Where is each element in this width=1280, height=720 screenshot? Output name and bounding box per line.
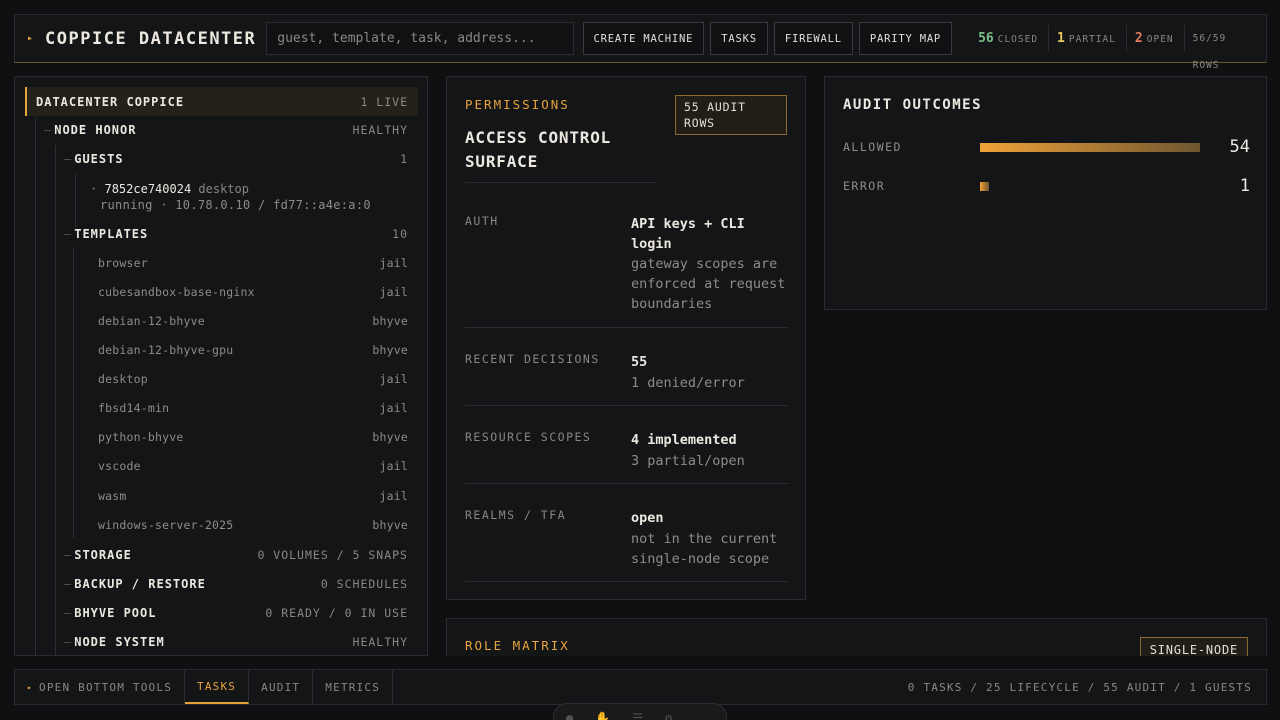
single-node-badge: SINGLE-NODE — [1139, 637, 1248, 656]
role-matrix-card: ROLE MATRIX SINGLE-NODE — [446, 618, 1267, 656]
template-item[interactable]: windows-server-2025 bhyve — [98, 518, 408, 532]
audit-outcomes-title: AUDIT OUTCOMES — [843, 97, 983, 113]
tree-line — [35, 117, 36, 655]
tab-audit[interactable]: AUDIT — [249, 670, 314, 704]
menu-caret-icon[interactable]: ▸ — [27, 33, 33, 44]
caret-right-icon: ▸ — [27, 682, 34, 692]
top-bar: ▸ COPPICE DATACENTER CREATE MACHINE TASK… — [14, 14, 1267, 71]
stat-open: 2 OPEN — [1127, 25, 1185, 52]
firewall-button[interactable]: FIREWALL — [773, 22, 853, 55]
error-bar-track — [980, 182, 1200, 191]
resource-tree: DATACENTER COPPICE 1 LIVE – NODE HONOR HE… — [14, 76, 428, 656]
floating-dock: ● ✋ ☰ ⚙ — [553, 703, 727, 720]
template-item[interactable]: desktop jail — [98, 372, 408, 386]
guest-entry[interactable]: · 7852ce740024 desktop running · 10.78.0… — [90, 181, 371, 213]
permissions-title: ACCESS CONTROL SURFACE — [465, 126, 657, 183]
stat-rows: 56/59 ROWS — [1192, 33, 1227, 71]
template-item[interactable]: python-bhyve bhyve — [98, 430, 408, 444]
template-item[interactable]: cubesandbox-base-nginx jail — [98, 285, 408, 299]
app-title: COPPICE DATACENTER — [45, 28, 257, 49]
audit-outcomes-card: AUDIT OUTCOMES ALLOWED 54 ERROR 1 — [824, 76, 1267, 310]
tree-storage[interactable]: – STORAGE 0 VOLUMES / 5 SNAPS — [64, 542, 408, 568]
perm-row-auth: AUTH API keys + CLI login gateway scopes… — [465, 214, 788, 328]
hand-icon[interactable]: ✋ — [595, 711, 610, 720]
search-input[interactable] — [266, 22, 574, 55]
create-machine-button[interactable]: CREATE MACHINE — [582, 22, 705, 55]
bottom-summary: 0 TASKS / 25 LIFECYCLE / 55 AUDIT / 1 GU… — [907, 680, 1252, 694]
audit-row-error: ERROR 1 — [843, 176, 1250, 196]
tree-backup-restore[interactable]: – BACKUP / RESTORE 0 SCHEDULES — [64, 571, 408, 597]
tasks-button[interactable]: TASKS — [710, 22, 768, 55]
parity-map-button[interactable]: PARITY MAP — [858, 22, 953, 55]
perm-row-realms-tfa: REALMS / TFA open not in the current sin… — [465, 508, 788, 582]
template-item[interactable]: wasm jail — [98, 489, 408, 503]
template-item[interactable]: browser jail — [98, 256, 408, 270]
allowed-bar-track — [980, 143, 1200, 152]
bottom-tools-bar: ▸ OPEN BOTTOM TOOLS TASKS AUDIT METRICS … — [14, 669, 1267, 705]
gear-icon[interactable]: ⚙ — [665, 711, 672, 720]
permissions-card: PERMISSIONS 55 AUDIT ROWS ACCESS CONTROL… — [446, 76, 806, 600]
error-bar — [980, 182, 989, 191]
status-stats: 56 CLOSED 1 PARTIAL 2 OPEN 56/59 ROWS — [970, 15, 1266, 71]
tree-node-system[interactable]: – NODE SYSTEM HEALTHY — [64, 629, 408, 655]
role-matrix-eyebrow: ROLE MATRIX — [465, 638, 570, 653]
mic-icon[interactable]: ● — [566, 711, 573, 720]
tree-guests[interactable]: – GUESTS 1 — [64, 146, 408, 172]
open-bottom-tools-button[interactable]: ▸ OPEN BOTTOM TOOLS — [15, 670, 186, 704]
audit-rows-badge: 55 AUDIT ROWS — [675, 95, 787, 135]
tree-root-datacenter[interactable]: DATACENTER COPPICE 1 LIVE — [25, 87, 418, 116]
tree-templates[interactable]: – TEMPLATES 10 — [64, 221, 408, 247]
stat-partial: 1 PARTIAL — [1049, 25, 1127, 52]
template-item[interactable]: fbsd14-min jail — [98, 401, 408, 415]
tree-line — [75, 173, 76, 227]
permissions-eyebrow: PERMISSIONS — [465, 97, 570, 112]
template-item[interactable]: vscode jail — [98, 459, 408, 473]
menu-icon[interactable]: ☰ — [632, 711, 643, 720]
tree-line — [73, 248, 74, 538]
perm-row-recent-decisions: RECENT DECISIONS 55 1 denied/error — [465, 352, 788, 406]
tree-line — [55, 145, 56, 655]
tree-bhyve-pool[interactable]: – BHYVE POOL 0 READY / 0 IN USE — [64, 600, 408, 626]
template-item[interactable]: debian-12-bhyve-gpu bhyve — [98, 343, 408, 357]
allowed-bar — [980, 143, 1200, 152]
perm-row-resource-scopes: RESOURCE SCOPES 4 implemented 3 partial/… — [465, 430, 788, 484]
stat-closed: 56 CLOSED — [970, 25, 1050, 52]
tab-tasks[interactable]: TASKS — [185, 670, 250, 704]
template-item[interactable]: debian-12-bhyve bhyve — [98, 314, 408, 328]
audit-row-allowed: ALLOWED 54 — [843, 137, 1250, 157]
tree-node-honor[interactable]: – NODE HONOR HEALTHY — [44, 117, 408, 143]
tab-metrics[interactable]: METRICS — [313, 670, 394, 704]
